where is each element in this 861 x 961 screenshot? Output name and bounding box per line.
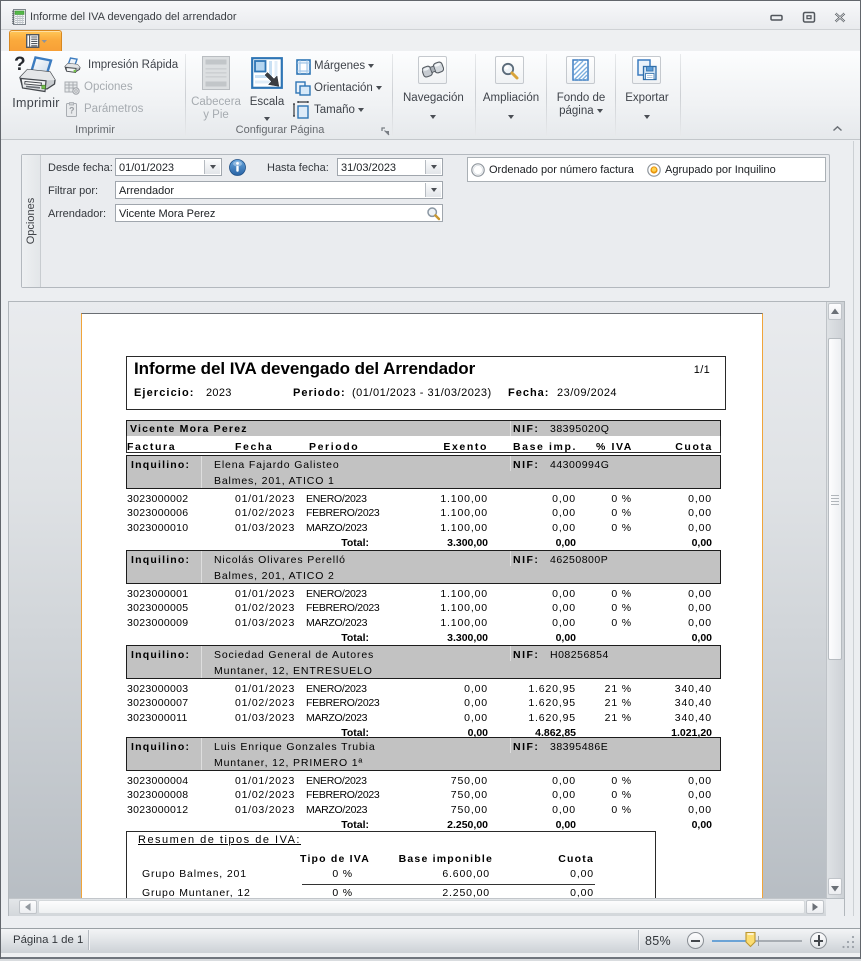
svg-text:?: ? [69,106,75,116]
svg-text:?: ? [14,54,26,75]
